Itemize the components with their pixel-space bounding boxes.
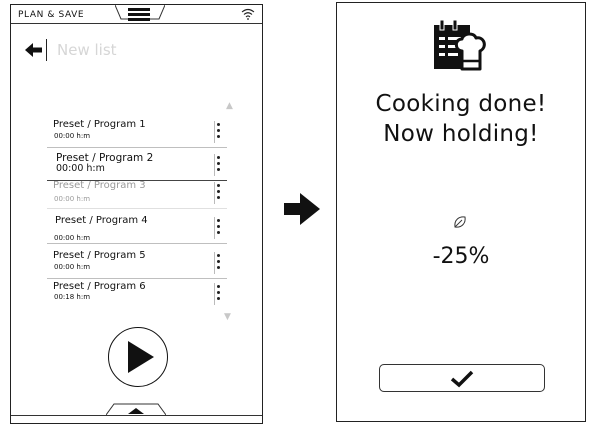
leaf-icon <box>454 216 466 228</box>
chef-calendar-icon <box>434 19 486 71</box>
confirm-button[interactable] <box>379 364 545 392</box>
list-item[interactable]: Preset / Program 5 00:00 h:m <box>11 250 262 282</box>
item-options-icon[interactable] <box>214 121 223 143</box>
list-item[interactable]: Preset / Program 4 00:00 h:m <box>11 215 262 247</box>
item-options-icon[interactable] <box>214 182 223 204</box>
item-options-icon[interactable] <box>214 283 223 305</box>
saving-percentage: -25% <box>432 244 490 269</box>
divider <box>47 147 227 148</box>
play-icon <box>128 341 154 373</box>
list-name-input[interactable]: New list <box>46 39 117 61</box>
header-divider <box>11 23 262 24</box>
list-item[interactable]: Preset / Program 6 00:18 h:m <box>11 281 262 313</box>
plan-and-save-screen: PLAN & SAVE New list ▲ Preset / Program … <box>10 4 263 424</box>
status-line-2: Now holding! <box>383 121 539 147</box>
hamburger-icon[interactable] <box>128 8 150 23</box>
item-options-icon[interactable] <box>214 252 223 274</box>
item-options-icon[interactable] <box>214 154 223 176</box>
status-line-1: Cooking done! <box>375 91 547 117</box>
cooking-done-screen: Cooking done! Now holding! -25% <box>336 2 586 422</box>
item-options-icon[interactable] <box>214 217 223 239</box>
play-button[interactable] <box>108 327 168 387</box>
list-item[interactable]: Preset / Program 1 00:00 h:m <box>11 119 262 151</box>
wifi-icon <box>241 8 255 20</box>
screen-title: PLAN & SAVE <box>18 10 85 20</box>
back-arrow-icon[interactable] <box>25 42 43 58</box>
scroll-down-icon[interactable]: ▼ <box>224 312 231 322</box>
list-item[interactable]: Preset / Program 3 00:00 h:m <box>11 180 262 212</box>
divider <box>47 208 227 209</box>
checkmark-icon <box>450 370 474 388</box>
divider <box>47 278 227 279</box>
divider <box>47 243 227 244</box>
right-arrow-icon <box>284 193 320 225</box>
scroll-up-icon[interactable]: ▲ <box>226 101 233 111</box>
footer-divider <box>11 415 262 416</box>
